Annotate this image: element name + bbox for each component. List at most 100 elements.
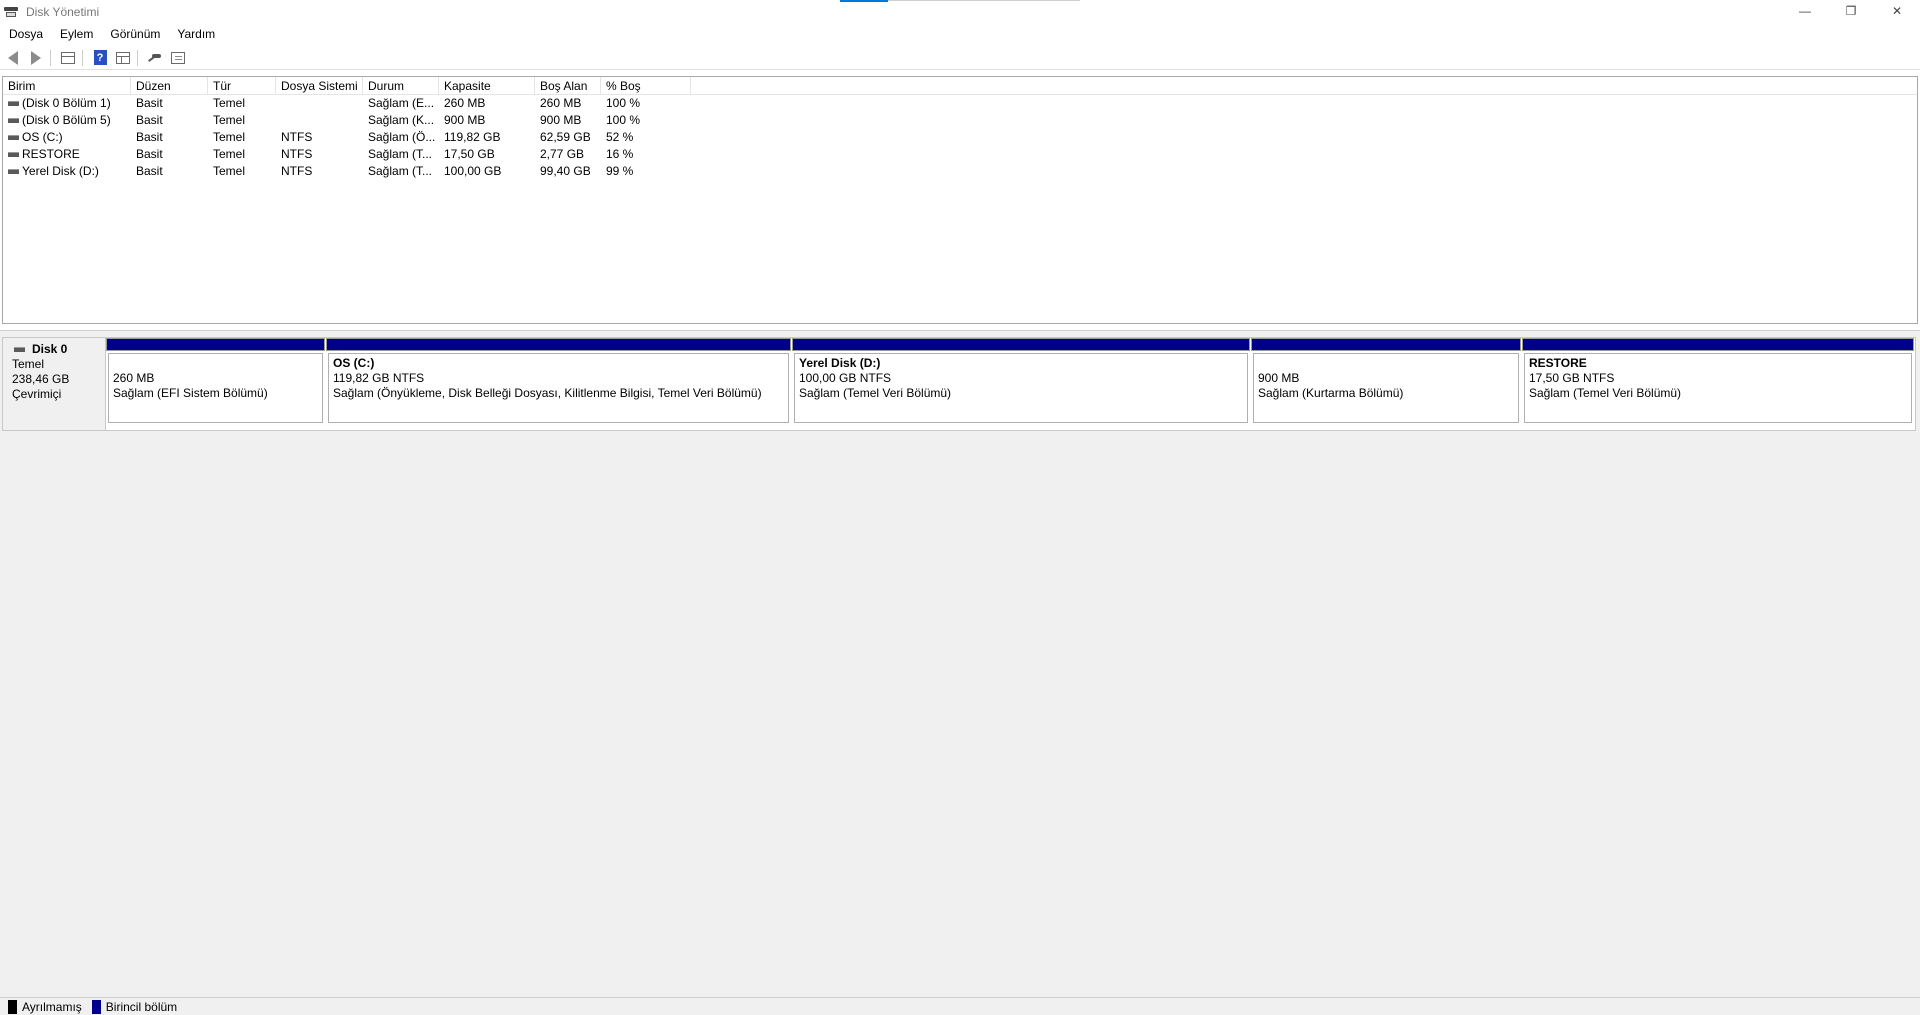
volume-free-space: 62,59 GB bbox=[540, 130, 591, 144]
table-row[interactable]: (Disk 0 Bölüm 5) Basit Temel Sağlam (K..… bbox=[3, 112, 1917, 129]
column-header-kapasite[interactable]: Kapasite bbox=[439, 77, 535, 94]
window-title: Disk Yönetimi bbox=[26, 5, 100, 19]
title-accent bbox=[840, 0, 888, 2]
menu-gorunum[interactable]: Görünüm bbox=[101, 27, 168, 41]
partition-yerel-disk-d[interactable]: Yerel Disk (D:) 100,00 GB NTFS Sağlam (T… bbox=[792, 338, 1250, 430]
partition-recovery[interactable]: 900 MB Sağlam (Kurtarma Bölümü) bbox=[1251, 338, 1521, 430]
volume-layout: Basit bbox=[136, 96, 163, 110]
volume-status: Sağlam (E... bbox=[368, 96, 435, 110]
table-row[interactable]: OS (C:) Basit Temel NTFS Sağlam (Ö... 11… bbox=[3, 129, 1917, 146]
volume-status: Sağlam (K... bbox=[368, 113, 435, 127]
volume-name: Yerel Disk (D:) bbox=[22, 164, 99, 178]
volume-name: RESTORE bbox=[22, 147, 80, 161]
column-header-bos-alan[interactable]: Boş Alan bbox=[535, 77, 601, 94]
partition-efi[interactable]: 260 MB Sağlam (EFI Sistem Bölümü) bbox=[106, 338, 325, 430]
volume-filesystem bbox=[276, 112, 363, 129]
partition-restore[interactable]: RESTORE 17,50 GB NTFS Sağlam (Temel Veri… bbox=[1522, 338, 1914, 430]
help-icon: ? bbox=[93, 50, 107, 65]
table-row[interactable]: (Disk 0 Bölüm 1) Basit Temel Sağlam (E..… bbox=[3, 95, 1917, 112]
connect-button[interactable] bbox=[145, 48, 165, 68]
minimize-button[interactable]: — bbox=[1782, 0, 1828, 22]
volume-name: (Disk 0 Bölüm 1) bbox=[22, 96, 111, 110]
table-row[interactable]: RESTORE Basit Temel NTFS Sağlam (T... 17… bbox=[3, 146, 1917, 163]
legend-primary-partition: Birincil bölüm bbox=[105, 999, 178, 1014]
volume-list[interactable]: Birim Düzen Tür Dosya Sistemi Durum Kapa… bbox=[2, 76, 1918, 324]
disk-label[interactable]: Disk 0 Temel 238,46 GB Çevrimiçi bbox=[2, 337, 106, 431]
restore-button[interactable]: ❐ bbox=[1828, 0, 1874, 22]
volume-free-space: 900 MB bbox=[540, 113, 582, 127]
menu-yardim[interactable]: Yardım bbox=[168, 27, 223, 41]
partition-size: 17,50 GB NTFS bbox=[1529, 371, 1615, 385]
disk-status: Çevrimiçi bbox=[12, 387, 62, 401]
toolbar-separator bbox=[137, 49, 138, 66]
volume-free-space: 260 MB bbox=[540, 96, 582, 110]
volume-percent-free: 52 % bbox=[606, 130, 634, 144]
console-tree-icon bbox=[61, 51, 75, 64]
partition-name: OS (C:) bbox=[333, 356, 375, 370]
drive-icon bbox=[8, 135, 19, 140]
volume-type: Temel bbox=[213, 147, 246, 161]
toolbar: ? bbox=[0, 46, 1920, 70]
back-button[interactable] bbox=[3, 48, 23, 68]
menu-bar: Dosya Eylem Görünüm Yardım bbox=[0, 24, 1920, 44]
menu-eylem[interactable]: Eylem bbox=[51, 27, 101, 41]
volume-list-header: Birim Düzen Tür Dosya Sistemi Durum Kapa… bbox=[3, 77, 1917, 95]
partition-name: Yerel Disk (D:) bbox=[799, 356, 881, 370]
table-row[interactable]: Yerel Disk (D:) Basit Temel NTFS Sağlam … bbox=[3, 163, 1917, 180]
disk-map-area: Disk 0 Temel 238,46 GB Çevrimiçi 260 MB … bbox=[0, 330, 1920, 997]
close-button[interactable]: ✕ bbox=[1874, 0, 1920, 22]
volume-percent-free: 16 % bbox=[606, 147, 634, 161]
volume-filesystem: NTFS bbox=[281, 147, 313, 161]
volume-capacity: 900 MB bbox=[444, 113, 486, 127]
volume-filesystem bbox=[276, 95, 363, 112]
disk-management-icon bbox=[4, 5, 20, 19]
partition-status: Sağlam (EFI Sistem Bölümü) bbox=[113, 386, 268, 400]
primary-partition-swatch bbox=[91, 999, 101, 1014]
drive-icon bbox=[8, 152, 19, 157]
column-header-duzen[interactable]: Düzen bbox=[131, 77, 208, 94]
drive-icon bbox=[8, 101, 19, 106]
column-header-dosya-sistemi[interactable]: Dosya Sistemi bbox=[276, 77, 363, 94]
back-icon bbox=[8, 50, 18, 65]
toolbar-separator bbox=[82, 49, 83, 66]
primary-partition-bar bbox=[326, 338, 791, 351]
partition-os-c[interactable]: OS (C:) 119,82 GB NTFS Sağlam (Önyükleme… bbox=[326, 338, 791, 430]
volume-status: Sağlam (T... bbox=[368, 147, 433, 161]
volume-status: Sağlam (Ö... bbox=[368, 130, 436, 144]
properties-icon bbox=[171, 51, 185, 64]
primary-partition-bar bbox=[1251, 338, 1521, 351]
partition-status: Sağlam (Temel Veri Bölümü) bbox=[1529, 386, 1682, 400]
column-header-tur[interactable]: Tür bbox=[208, 77, 276, 94]
volume-filesystem: NTFS bbox=[281, 164, 313, 178]
column-header-yuzde-bos[interactable]: % Boş bbox=[601, 77, 691, 94]
column-header-durum[interactable]: Durum bbox=[363, 77, 439, 94]
volume-free-space: 2,77 GB bbox=[540, 147, 585, 161]
volume-name: OS (C:) bbox=[22, 130, 63, 144]
volume-layout: Basit bbox=[136, 113, 163, 127]
disk-size: 238,46 GB bbox=[12, 372, 70, 386]
volume-layout: Basit bbox=[136, 130, 163, 144]
volume-percent-free: 99 % bbox=[606, 164, 634, 178]
console-tree-button[interactable] bbox=[58, 48, 78, 68]
forward-icon bbox=[31, 50, 41, 65]
drive-icon bbox=[8, 118, 19, 123]
title-accent-line bbox=[888, 0, 1080, 1]
volume-type: Temel bbox=[213, 164, 246, 178]
disk-name: Disk 0 bbox=[32, 342, 68, 356]
column-header-birim[interactable]: Birim bbox=[3, 77, 131, 94]
partition-status: Sağlam (Kurtarma Bölümü) bbox=[1258, 386, 1404, 400]
help-button[interactable]: ? bbox=[90, 48, 110, 68]
forward-button[interactable] bbox=[26, 48, 46, 68]
volume-percent-free: 100 % bbox=[606, 113, 641, 127]
drive-icon bbox=[8, 169, 19, 174]
details-pane-button[interactable] bbox=[113, 48, 133, 68]
volume-type: Temel bbox=[213, 96, 246, 110]
volume-capacity: 17,50 GB bbox=[444, 147, 495, 161]
partition-status: Sağlam (Önyükleme, Disk Belleği Dosyası,… bbox=[333, 386, 762, 400]
volume-name: (Disk 0 Bölüm 5) bbox=[22, 113, 111, 127]
unallocated-swatch bbox=[8, 999, 17, 1014]
partition-status: Sağlam (Temel Veri Bölümü) bbox=[799, 386, 952, 400]
properties-button[interactable] bbox=[168, 48, 188, 68]
menu-dosya[interactable]: Dosya bbox=[0, 27, 51, 41]
volume-type: Temel bbox=[213, 130, 246, 144]
